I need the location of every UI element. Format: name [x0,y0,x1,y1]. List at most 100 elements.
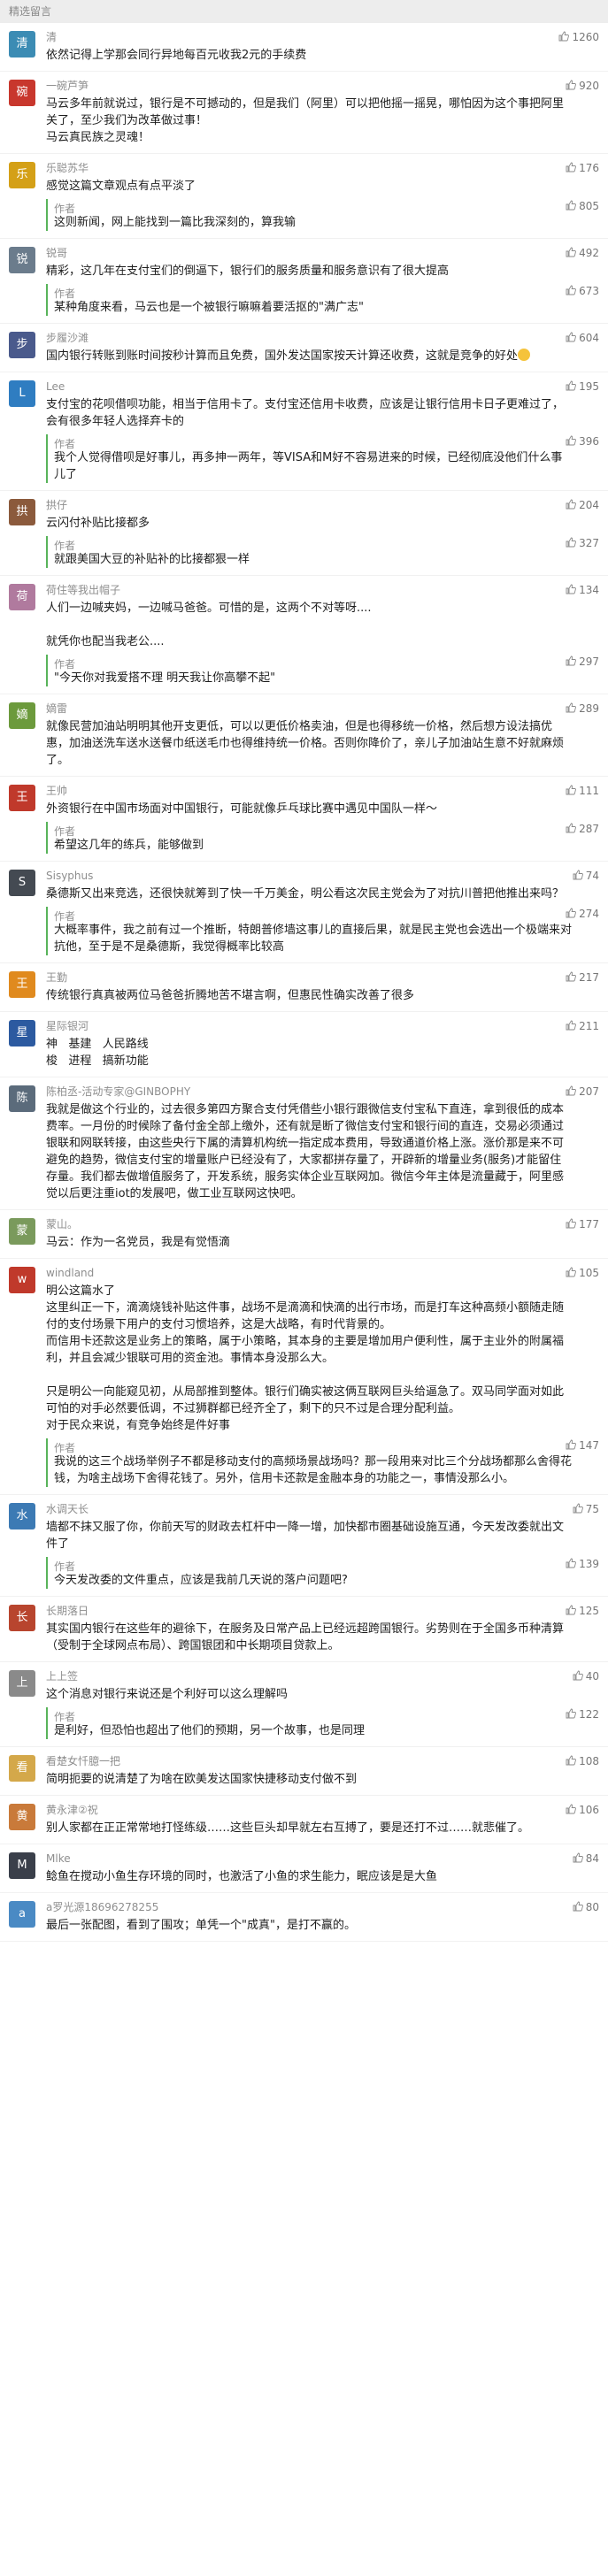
commenter-name[interactable]: 王帅 [46,784,453,799]
commenter-name[interactable]: 黄永津②祝 [46,1803,453,1818]
like-button[interactable]: 195 [566,380,599,395]
avatar[interactable]: 水 [9,1503,35,1530]
author-label: 作者 [54,658,76,671]
comment-item: 步 步履沙滩 604 国内银行转账到账时间按秒计算而且免费，国外发达国家按天计算… [0,324,608,372]
avatar[interactable]: w [9,1267,35,1293]
avatar[interactable]: 黄 [9,1804,35,1830]
like-button[interactable]: 176 [566,161,599,176]
reply-like-button[interactable]: 297 [566,655,599,670]
reply-like-button[interactable]: 673 [566,284,599,299]
commenter-name[interactable]: windland [46,1266,453,1281]
reply-like-button[interactable]: 139 [566,1557,599,1572]
avatar[interactable]: 荷 [9,584,35,610]
commenter-name[interactable]: 星际银河 [46,1019,453,1034]
avatar[interactable]: 碗 [9,80,35,106]
commenter-name[interactable]: 一碗芦笋 [46,79,453,94]
comment-text: 马云：作为一名党员，我是有觉悟滴 [46,1234,599,1251]
comment-text: 桑德斯又出来竞选，还很快就筹到了快一千万美金，明公看这次民主党会为了对抗川普把他… [46,886,599,902]
commenter-name[interactable]: 荷住等我出帽子 [46,583,453,598]
avatar[interactable]: 上 [9,1670,35,1697]
comment-item: 蒙 蒙山。 177 马云：作为一名党员，我是有觉悟滴 [0,1210,608,1259]
reply-like-button[interactable]: 287 [566,822,599,837]
avatar[interactable]: M [9,1852,35,1879]
like-button[interactable]: 105 [566,1266,599,1281]
reply-like-button[interactable]: 274 [566,907,599,922]
reply-like-count: 297 [579,656,599,668]
author-reply: 作者 396 我个人觉得借呗是好事儿，再多抻一两年，等VISA和M好不容易进来的… [46,434,599,483]
like-button[interactable]: 108 [566,1754,599,1769]
avatar[interactable]: 嫡 [9,702,35,729]
avatar-glyph: 清 [16,37,28,50]
commenter-name[interactable]: Sisyphus [46,869,453,884]
like-button[interactable]: 111 [566,784,599,799]
like-button[interactable]: 289 [566,702,599,717]
avatar[interactable]: 看 [9,1755,35,1782]
like-count: 211 [579,1020,599,1032]
commenter-name[interactable]: 蒙山。 [46,1217,453,1232]
like-button[interactable]: 84 [573,1852,599,1867]
like-button[interactable]: 920 [566,79,599,94]
comment-item: 荷 荷住等我出帽子 134 人们一边喊夹妈，一边喊马爸爸。可惜的是，这两个不对等… [0,576,608,694]
avatar-glyph: a [19,1907,26,1920]
commenter-name[interactable]: 乐聪苏华 [46,161,453,176]
avatar[interactable]: 乐 [9,162,35,188]
commenter-name[interactable]: 嫡雷 [46,702,453,717]
reply-like-button[interactable]: 396 [566,434,599,449]
comment-text: 马云多年前就说过，银行是不可撼动的，但是我们（阿里）可以把他摇一摇晃，哪怕因为这… [46,96,599,146]
reply-like-button[interactable]: 147 [566,1438,599,1453]
like-button[interactable]: 125 [566,1604,599,1619]
avatar[interactable]: 步 [9,332,35,358]
commenter-name[interactable]: 拱仔 [46,498,453,513]
thumbs-up-icon [566,435,576,446]
commenter-name[interactable]: 步履沙滩 [46,331,453,346]
commenter-name[interactable]: 看楚女忏臆一把 [46,1754,453,1769]
commenter-name[interactable]: 清 [46,30,453,45]
thumbs-up-icon [566,823,576,833]
commenter-name[interactable]: Lee [46,380,453,395]
commenter-name[interactable]: Mlke [46,1852,453,1867]
avatar[interactable]: S [9,870,35,896]
avatar-glyph: M [17,1859,27,1872]
like-button[interactable]: 1260 [558,30,599,45]
avatar[interactable]: 长 [9,1605,35,1631]
like-button[interactable]: 177 [566,1217,599,1232]
reply-text: 是利好，但恐怕也超出了他们的预期，另一个故事，也是同理 [54,1724,366,1737]
commenter-name[interactable]: 王勤 [46,970,453,985]
reply-like-button[interactable]: 122 [566,1707,599,1722]
like-button[interactable]: 80 [573,1900,599,1915]
comment-text: 支付宝的花呗借呗功能，相当于信用卡了。支付宝还信用卡收费，应该是让银行信用卡日子… [46,396,599,430]
like-button[interactable]: 74 [573,869,599,884]
avatar[interactable]: 清 [9,31,35,58]
like-button[interactable]: 207 [566,1085,599,1100]
commenter-name[interactable]: a罗光源18696278255 [46,1900,453,1915]
avatar[interactable]: 王 [9,971,35,998]
like-count: 207 [579,1085,599,1098]
like-button[interactable]: 40 [573,1669,599,1684]
avatar[interactable]: 王 [9,785,35,811]
avatar[interactable]: 拱 [9,499,35,525]
like-button[interactable]: 106 [566,1803,599,1818]
reply-like-button[interactable]: 805 [566,199,599,214]
like-button[interactable]: 217 [566,970,599,985]
avatar[interactable]: 星 [9,1020,35,1046]
like-count: 134 [579,584,599,596]
like-button[interactable]: 134 [566,583,599,598]
like-button[interactable]: 492 [566,246,599,261]
like-button[interactable]: 204 [566,498,599,513]
avatar[interactable]: 陈 [9,1085,35,1112]
avatar[interactable]: 蒙 [9,1218,35,1245]
reply-like-button[interactable]: 327 [566,536,599,551]
avatar[interactable]: L [9,380,35,407]
commenter-name[interactable]: 上上签 [46,1669,453,1684]
commenter-name[interactable]: 陈柏丞-活动专家@GINBOPHY [46,1085,453,1100]
like-button[interactable]: 604 [566,331,599,346]
commenter-name[interactable]: 锐哥 [46,246,453,261]
like-button[interactable]: 75 [573,1502,599,1517]
like-button[interactable]: 211 [566,1019,599,1034]
commenter-name[interactable]: 水调天长 [46,1502,453,1517]
author-label: 作者 [54,1560,76,1573]
avatar[interactable]: 锐 [9,247,35,273]
commenter-name[interactable]: 长期落日 [46,1604,453,1619]
avatar[interactable]: a [9,1901,35,1928]
avatar-glyph: 锐 [16,253,28,266]
